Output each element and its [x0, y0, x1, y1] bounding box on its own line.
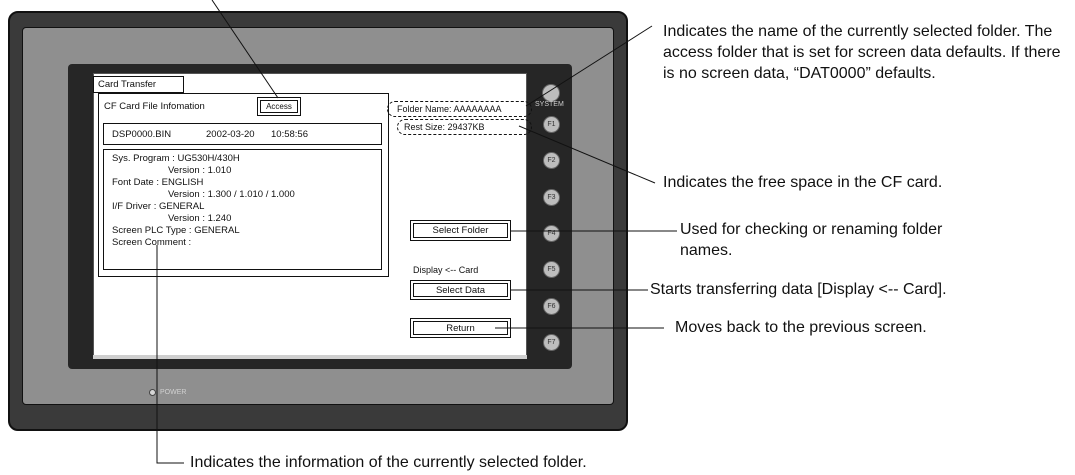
folder-info-leader-line [156, 245, 184, 464]
access-leader-line [211, 0, 279, 99]
select-folder-callout: Used for checking or renaming folder nam… [680, 221, 943, 259]
folder-name-callout: Indicates the name of the currently sele… [663, 23, 1061, 82]
free-space-leader-line [518, 125, 656, 184]
folder-info-callout: Indicates the information of the current… [190, 454, 587, 471]
select-data-callout: Starts transferring data [Display <-- Ca… [650, 281, 947, 298]
free-space-callout: Indicates the free space in the CF card. [663, 174, 943, 191]
folder-name-leader-line [525, 25, 653, 107]
return-callout: Moves back to the previous screen. [675, 319, 927, 336]
